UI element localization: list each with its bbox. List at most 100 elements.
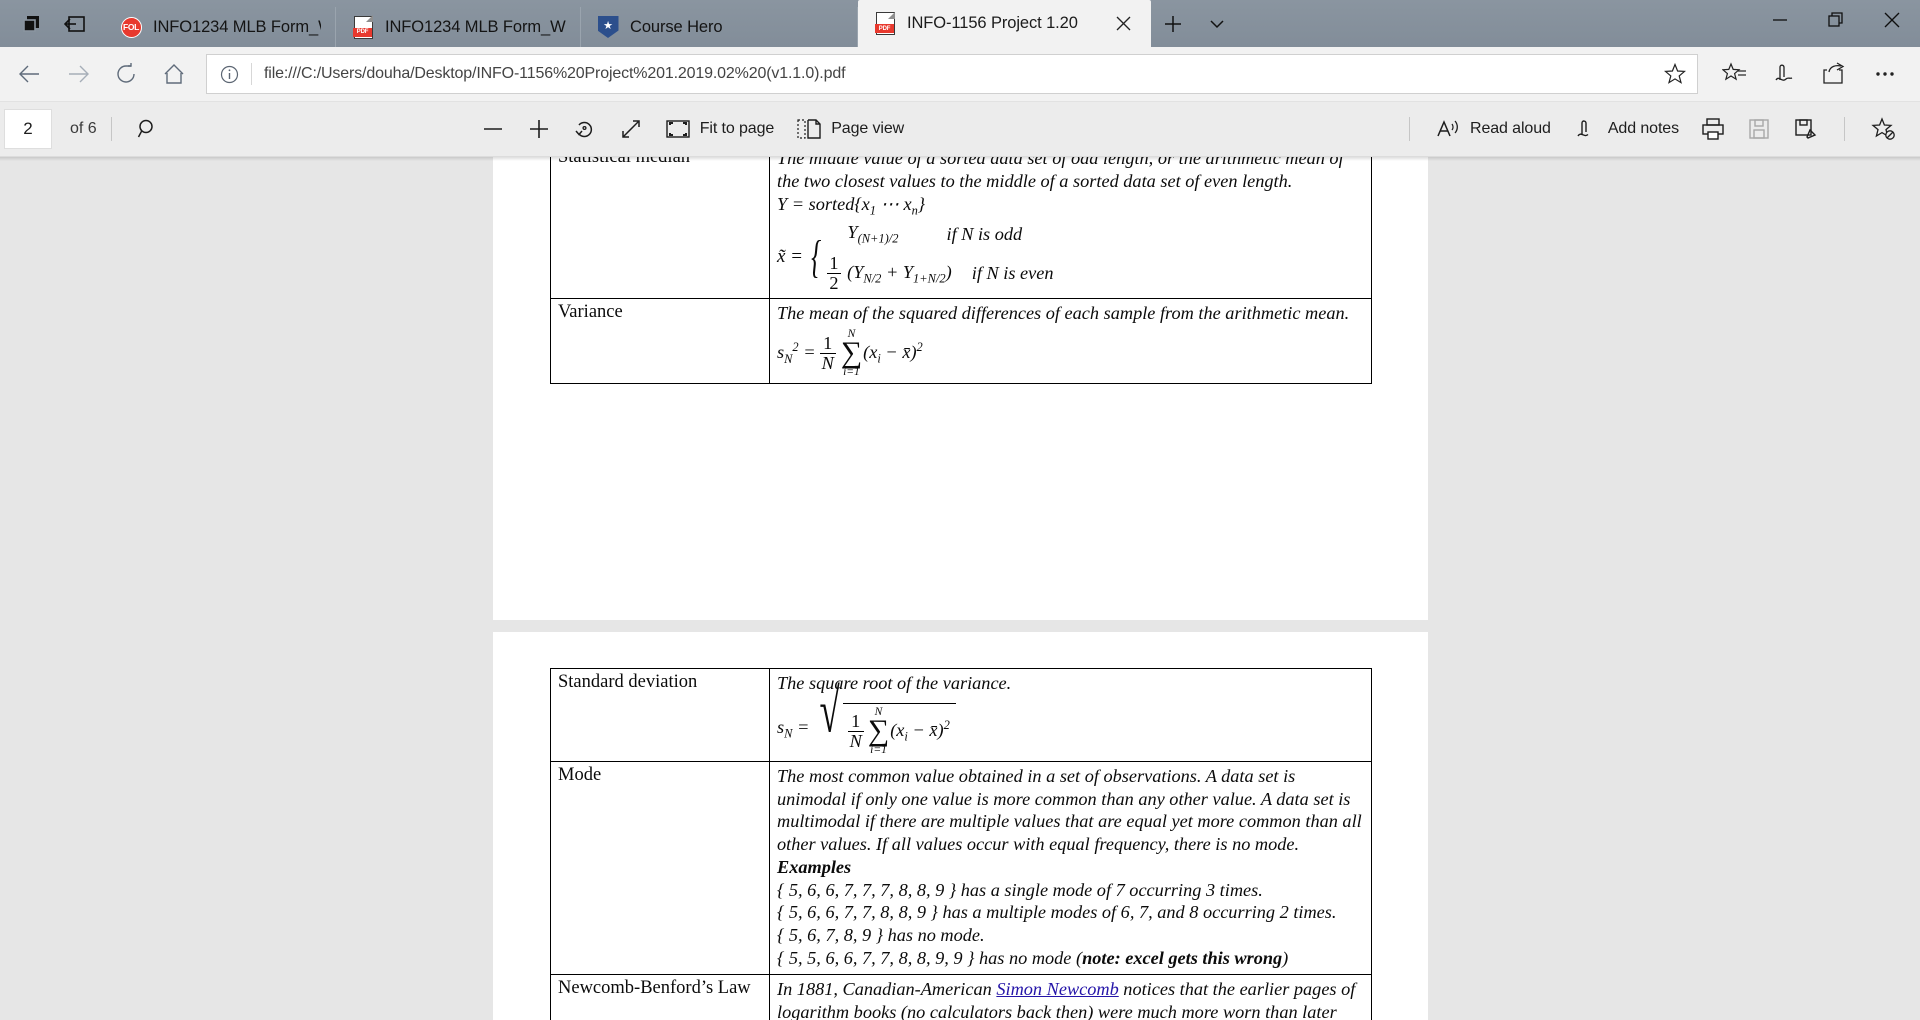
table-row: Standard deviation The square root of th… — [550, 667, 1372, 763]
definition-line: The mean of the squared differences of e… — [777, 302, 1350, 323]
example-line-4: { 5, 5, 6, 6, 7, 7, 8, 8, 9, 9 } has no … — [777, 947, 1365, 970]
example-line: { 5, 6, 7, 8, 9 } has no mode. — [777, 924, 985, 945]
example-line: { 5, 6, 6, 7, 7, 7, 8, 8, 9 } has a sing… — [777, 879, 1263, 900]
formula-stddev: sN = √ 1N N ∑ i=1 (xi − x̄)2 — [777, 679, 1365, 756]
star-icon[interactable] — [1653, 55, 1697, 93]
definition-cell: The most common value obtained in a set … — [769, 761, 1372, 976]
benford-text: In 1881, Canadian-American — [777, 979, 997, 1000]
benford-text: notices that the earlier pages of — [1118, 979, 1356, 1000]
formula-variance: sN2 = 1N N ∑ i=1 (xi − x̄)2 — [777, 327, 923, 378]
definitions-table-page1: Statistical median The middle value of a… — [550, 157, 1372, 385]
browser-tab-3[interactable]: ★ Course Hero — [581, 7, 858, 47]
fit-to-page-button[interactable]: Fit to page — [654, 109, 786, 149]
share-icon[interactable] — [1810, 51, 1860, 97]
case-even: 12 (YN/2 + Y1+N/2) if N is even — [827, 252, 1054, 293]
read-aloud-button[interactable]: Read aloud — [1424, 109, 1562, 149]
url-input[interactable]: file:///C:/Users/douha/Desktop/INFO-1156… — [252, 65, 1653, 83]
save-as-icon[interactable] — [1782, 109, 1830, 149]
pdf-icon — [352, 15, 374, 39]
zoom-in-button[interactable] — [516, 109, 562, 149]
close-icon[interactable] — [1109, 10, 1137, 38]
term-cell: Mode — [550, 761, 770, 976]
example-4-post: ) — [1282, 947, 1289, 968]
pdf-page-1: Statistical median The middle value of a… — [493, 157, 1428, 620]
definition-cell: The square root of the variance. sN = √ … — [769, 667, 1372, 763]
definition-cell: The mean of the squared differences of e… — [769, 297, 1372, 385]
rotate-icon[interactable] — [562, 109, 608, 149]
example-line: { 5, 6, 6, 7, 7, 8, 8, 9 } has a multipl… — [777, 902, 1337, 923]
print-icon[interactable] — [1690, 109, 1736, 149]
page-view-label: Page view — [831, 120, 905, 137]
pdf-icon — [874, 11, 896, 35]
add-notes-button[interactable]: Add notes — [1562, 109, 1690, 149]
minimize-button[interactable] — [1752, 0, 1808, 40]
restore-button[interactable] — [1808, 0, 1864, 40]
fit-to-page-label: Fit to page — [699, 120, 775, 137]
definition-line: unimodal if only one value is more commo… — [777, 788, 1351, 809]
term-cell: Newcomb-Benford’s Law — [550, 974, 770, 1020]
settings-more-icon[interactable] — [1860, 51, 1910, 97]
url-bar[interactable]: file:///C:/Users/douha/Desktop/INFO-1156… — [206, 54, 1698, 94]
set-tabs-aside-icon[interactable] — [54, 4, 98, 44]
formula-median-cases: x̃ = { Y(N+1)/2 if N is odd 12 (YN/2 + Y… — [777, 222, 1054, 293]
search-icon[interactable] — [126, 109, 170, 149]
term-cell: Standard deviation — [550, 667, 770, 763]
table-row: Statistical median The middle value of a… — [550, 157, 1372, 299]
favorites-list-icon[interactable] — [1710, 51, 1760, 97]
table-row: Variance The mean of the squared differe… — [550, 297, 1372, 385]
page-view-button[interactable]: Page view — [785, 109, 915, 149]
definition-cell: The middle value of a sorted data set of… — [769, 157, 1372, 299]
tab-title: INFO1234 MLB Form_Winte — [385, 17, 566, 36]
link-simon-newcomb[interactable]: Simon Newcomb — [996, 979, 1118, 999]
close-button[interactable] — [1864, 0, 1920, 40]
page-count-label: of 6 — [70, 120, 97, 137]
browser-title-bar: FOL INFO1234 MLB Form_Winte INFO1234 MLB… — [0, 0, 1920, 47]
chevron-down-icon[interactable] — [1195, 4, 1239, 44]
toolbar-divider — [1408, 117, 1410, 141]
benford-line-2: logarithm books (no calculators back the… — [777, 1001, 1337, 1020]
page-number-input[interactable]: 2 — [4, 109, 52, 149]
zoom-out-button[interactable] — [470, 109, 516, 149]
example-4-note: note: excel gets this wrong — [1082, 947, 1283, 968]
definition-line: other values. If all values occur with e… — [777, 834, 1300, 855]
highlight-off-icon[interactable] — [1859, 109, 1920, 149]
tab-title: INFO-1156 Project 1.20 — [907, 14, 1078, 32]
fit-width-icon[interactable] — [608, 109, 654, 149]
add-notes-label: Add notes — [1607, 120, 1679, 137]
read-aloud-label: Read aloud — [1469, 120, 1551, 137]
new-tab-button[interactable] — [1151, 4, 1195, 44]
refresh-icon[interactable] — [102, 51, 150, 97]
definition-line: multimodal if there are multiple values … — [777, 811, 1362, 832]
web-notes-icon[interactable] — [1760, 51, 1810, 97]
pdf-viewer[interactable]: Statistical median The middle value of a… — [0, 157, 1920, 1020]
definition-line: The square root of the variance. — [777, 673, 1012, 693]
window-controls — [1752, 0, 1920, 47]
titlebar-left-buttons — [0, 0, 104, 47]
tab-title: INFO1234 MLB Form_Winte — [153, 17, 321, 36]
browser-tab-4-active[interactable]: INFO-1156 Project 1.20 — [858, 0, 1151, 47]
tab-preview-icon[interactable] — [10, 4, 54, 44]
browser-tab-2[interactable]: INFO1234 MLB Form_Winte — [336, 7, 581, 47]
home-icon[interactable] — [150, 51, 198, 97]
back-arrow-icon[interactable] — [6, 51, 54, 97]
info-icon[interactable] — [207, 55, 251, 93]
save-icon[interactable] — [1736, 109, 1782, 149]
toolbar-divider — [110, 117, 112, 141]
fol-icon: FOL — [120, 16, 142, 38]
pdf-page-2: Standard deviation The square root of th… — [493, 632, 1428, 1020]
table-row: Newcomb-Benford’s Law In 1881, Canadian-… — [550, 974, 1372, 1020]
table-row: Mode The most common value obtained in a… — [550, 761, 1372, 976]
viewer-top-shadow — [0, 157, 1920, 161]
tab-strip: FOL INFO1234 MLB Form_Winte INFO1234 MLB… — [104, 0, 1752, 47]
case-odd: Y(N+1)/2 if N is odd — [847, 222, 1023, 247]
forward-arrow-icon[interactable] — [54, 51, 102, 97]
definition-line: the two closest values to the middle of … — [777, 170, 1293, 191]
example-4-pre: { 5, 5, 6, 6, 7, 7, 8, 8, 9, 9 } has no … — [777, 947, 1083, 968]
formula-sorted: Y = sorted{x1 ⋯ xn} — [777, 194, 926, 219]
address-bar-row: file:///C:/Users/douha/Desktop/INFO-1156… — [0, 47, 1920, 102]
browser-tab-1[interactable]: FOL INFO1234 MLB Form_Winte — [104, 7, 336, 47]
examples-heading: Examples — [777, 856, 852, 877]
definition-cell: In 1881, Canadian-American Simon Newcomb… — [769, 974, 1372, 1020]
definition-line: The most common value obtained in a set … — [777, 766, 1296, 787]
definitions-table-page2: Standard deviation The square root of th… — [550, 667, 1372, 1020]
